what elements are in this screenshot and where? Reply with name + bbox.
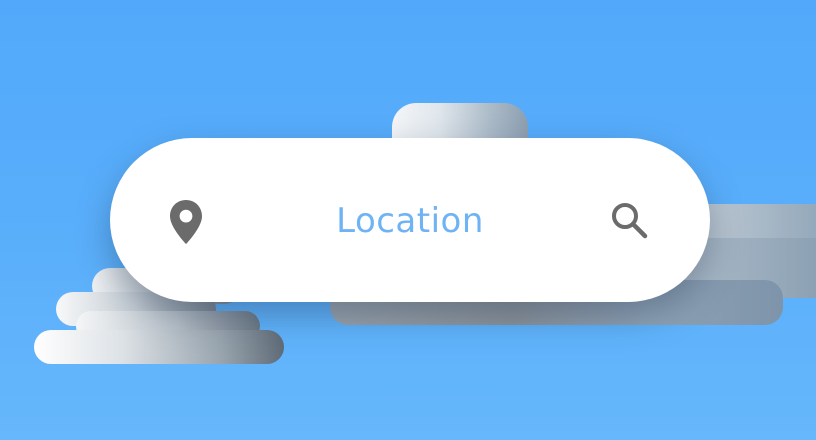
search-icon[interactable] — [609, 200, 649, 240]
cloud-left-4 — [34, 330, 284, 364]
